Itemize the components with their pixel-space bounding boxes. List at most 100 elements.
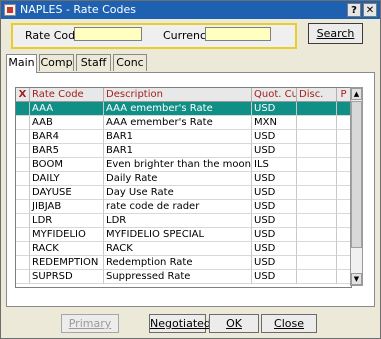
header-x[interactable]: X [16, 88, 30, 101]
table-row[interactable]: DAYUSE Day Use Rate USD [16, 186, 351, 200]
table-row[interactable]: SUPRSD Suppressed Rate USD [16, 270, 351, 284]
header-p[interactable]: P [337, 88, 351, 101]
description-cell: Redemption Rate [104, 256, 252, 270]
p-cell [337, 200, 351, 214]
table-row[interactable]: BAR4 BAR1 USD [16, 130, 351, 144]
description-cell: AAA emember's Rate [104, 116, 252, 130]
rate-code-cell: AAA [30, 102, 104, 116]
p-cell [337, 102, 351, 116]
table-row[interactable]: LDR LDR USD [16, 214, 351, 228]
tab-conc[interactable]: Conc [113, 54, 147, 71]
rate-code-cell: BOOM [30, 158, 104, 172]
row-x-cell [16, 116, 30, 130]
p-cell [337, 172, 351, 186]
p-cell [337, 228, 351, 242]
currency-cell: USD [252, 214, 297, 228]
search-button[interactable]: Search [308, 23, 363, 44]
currency-cell: USD [252, 228, 297, 242]
p-cell [337, 186, 351, 200]
row-x-cell [16, 144, 30, 158]
currency-cell: MXN [252, 116, 297, 130]
close-button[interactable]: Close [261, 314, 317, 333]
rate-codes-grid[interactable]: X Rate Code Description Quot. Curr Disc.… [15, 87, 352, 288]
grid-header: X Rate Code Description Quot. Curr Disc.… [16, 88, 351, 102]
row-x-cell [16, 270, 30, 284]
p-cell [337, 116, 351, 130]
rate-code-cell: DAYUSE [30, 186, 104, 200]
p-cell [337, 270, 351, 284]
rate-code-cell: LDR [30, 214, 104, 228]
disc-cell [297, 186, 337, 200]
currency-cell: USD [252, 270, 297, 284]
description-cell: Suppressed Rate [104, 270, 252, 284]
description-cell: BAR1 [104, 144, 252, 158]
p-cell [337, 130, 351, 144]
scroll-up-icon[interactable]: ▲ [351, 88, 362, 100]
rate-code-cell: BAR4 [30, 130, 104, 144]
search-button-label: Search [316, 27, 355, 40]
primary-button-label: Primary [68, 317, 112, 330]
rate-code-cell: JIBJAB [30, 200, 104, 214]
header-disc[interactable]: Disc. [297, 88, 337, 101]
row-x-cell [16, 158, 30, 172]
scroll-thumb[interactable] [351, 101, 362, 248]
disc-cell [297, 102, 337, 116]
disc-cell [297, 228, 337, 242]
rate-code-cell: BAR5 [30, 144, 104, 158]
table-row[interactable]: RACK RACK USD [16, 242, 351, 256]
table-row[interactable]: MYFIDELIO MYFIDELIO SPECIAL USD [16, 228, 351, 242]
tab-comp[interactable]: Comp [39, 54, 74, 71]
disc-cell [297, 200, 337, 214]
table-row[interactable]: AAA AAA emember's Rate USD [16, 102, 351, 116]
currency-cell: USD [252, 242, 297, 256]
ok-button[interactable]: OK [209, 314, 259, 333]
disc-cell [297, 270, 337, 284]
help-button[interactable]: ? [347, 3, 361, 17]
app-icon [4, 4, 16, 16]
header-quot-curr[interactable]: Quot. Curr [252, 88, 297, 101]
table-row[interactable]: BOOM Even brighter than the moon ILS [16, 158, 351, 172]
table-row[interactable]: REDEMPTION Redemption Rate USD [16, 256, 351, 270]
description-cell: LDR [104, 214, 252, 228]
description-cell: Even brighter than the moon [104, 158, 252, 172]
rate-code-cell: REDEMPTION [30, 256, 104, 270]
disc-cell [297, 144, 337, 158]
header-rate-code[interactable]: Rate Code [30, 88, 104, 101]
currency-cell: USD [252, 130, 297, 144]
p-cell [337, 256, 351, 270]
rate-codes-window: NAPLES - Rate Codes ? ✕ Rate Code Curren… [0, 0, 381, 339]
row-x-cell [16, 172, 30, 186]
description-cell: Day Use Rate [104, 186, 252, 200]
description-cell: RACK [104, 242, 252, 256]
row-x-cell [16, 242, 30, 256]
row-x-cell [16, 200, 30, 214]
disc-cell [297, 214, 337, 228]
disc-cell [297, 256, 337, 270]
rate-code-input[interactable] [74, 27, 142, 41]
description-cell: MYFIDELIO SPECIAL [104, 228, 252, 242]
currency-cell: USD [252, 200, 297, 214]
close-window-icon[interactable]: ✕ [363, 3, 377, 17]
tab-main[interactable]: Main [6, 54, 37, 73]
currency-input[interactable] [205, 27, 271, 41]
row-x-cell [16, 186, 30, 200]
table-row[interactable]: DAILY Daily Rate USD [16, 172, 351, 186]
window-title: NAPLES - Rate Codes [20, 3, 137, 16]
table-row[interactable]: AAB AAA emember's Rate MXN [16, 116, 351, 130]
description-cell: AAA emember's Rate [104, 102, 252, 116]
tab-staff[interactable]: Staff [76, 54, 111, 71]
scroll-down-icon[interactable]: ▼ [351, 273, 362, 285]
rate-code-cell: SUPRSD [30, 270, 104, 284]
rate-code-cell: AAB [30, 116, 104, 130]
negotiated-button[interactable]: Negotiated [149, 314, 211, 333]
disc-cell [297, 172, 337, 186]
row-x-cell [16, 130, 30, 144]
rate-code-cell: DAILY [30, 172, 104, 186]
header-description[interactable]: Description [104, 88, 252, 101]
row-x-cell [16, 256, 30, 270]
disc-cell [297, 242, 337, 256]
grid-scrollbar[interactable]: ▲ ▼ [350, 87, 363, 286]
table-row[interactable]: JIBJAB rate code de rader USD [16, 200, 351, 214]
table-row[interactable]: BAR5 BAR1 USD [16, 144, 351, 158]
p-cell [337, 158, 351, 172]
